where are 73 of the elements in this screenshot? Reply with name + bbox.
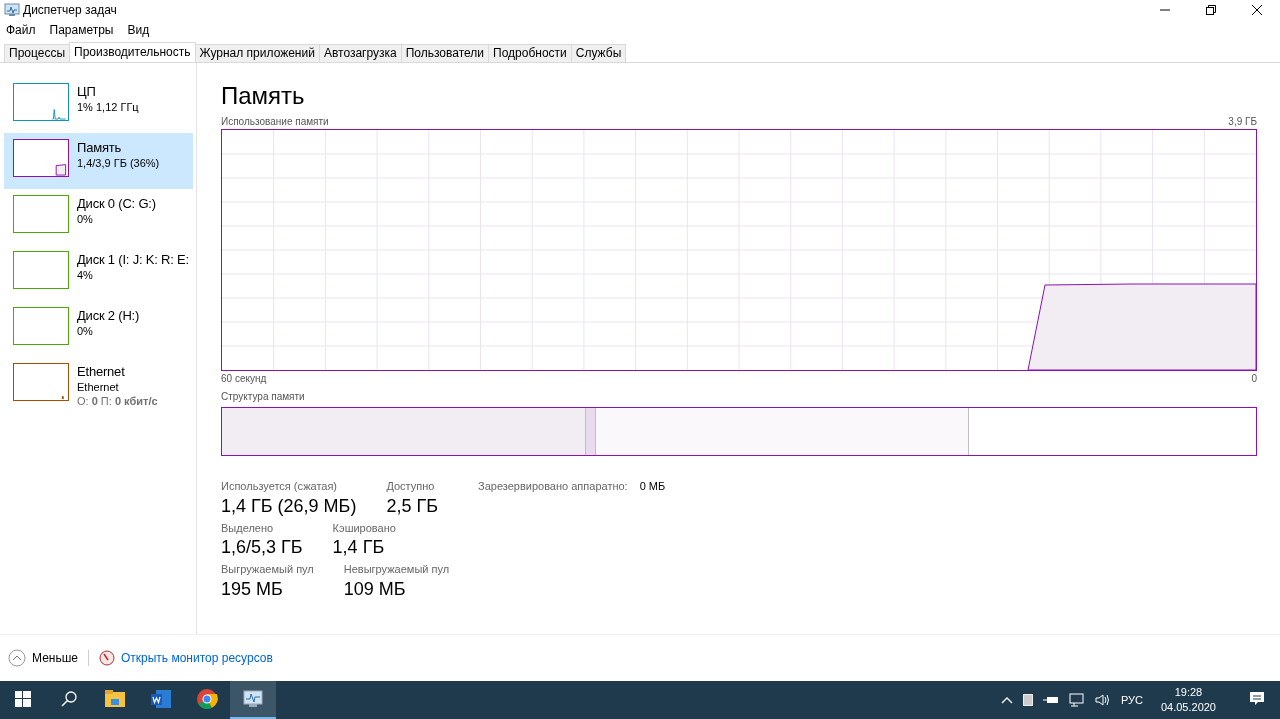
sidebar-item[interactable]: Диск 2 (H:) 0% bbox=[4, 301, 193, 357]
clock-date[interactable]: 04.05.2020 bbox=[1160, 700, 1216, 715]
tab[interactable]: Пользователи bbox=[400, 44, 490, 62]
tab[interactable]: Процессы bbox=[4, 44, 70, 62]
stat-value: 1,4 ГБ bbox=[332, 536, 386, 558]
item-title: Ethernet bbox=[77, 364, 126, 380]
graph-label: Использование памяти bbox=[221, 115, 329, 129]
collapse-icon[interactable] bbox=[8, 648, 26, 667]
tab[interactable]: Производительность bbox=[69, 42, 196, 62]
stat-label: Выделено bbox=[221, 520, 275, 536]
item-subtitle: 0% bbox=[77, 324, 94, 338]
tab[interactable]: Подробности bbox=[488, 44, 572, 62]
stat-value: 2,5 ГБ bbox=[386, 494, 438, 517]
browser-icon bbox=[196, 688, 218, 710]
document-icon bbox=[150, 688, 172, 710]
item-title: Диск 2 (H:) bbox=[77, 308, 140, 324]
network-icon[interactable] bbox=[1068, 693, 1085, 707]
monitor-icon bbox=[4, 3, 20, 17]
item-title: Диск 1 (I: J: K: R: E: bbox=[77, 252, 189, 268]
sidebar-item[interactable]: Диск 1 (I: J: K: R: E: 4% bbox=[4, 245, 193, 301]
graph-max-label: 3,9 ГБ bbox=[1228, 115, 1257, 129]
stat-label: Невыгружаемый пул bbox=[343, 562, 450, 577]
item-subtitle: 0% bbox=[77, 212, 94, 226]
close-icon[interactable] bbox=[1252, 5, 1262, 15]
item-subtitle: 4% bbox=[77, 268, 94, 282]
item-detail: О: 0 П: 0 кбит/с bbox=[77, 394, 158, 408]
item-title: Диск 0 (C: G:) bbox=[77, 196, 156, 212]
stat-label: Кэшировано bbox=[332, 520, 396, 536]
stat-label: Доступно bbox=[386, 479, 436, 494]
section-label: Структура памяти bbox=[221, 390, 306, 404]
monitor-icon bbox=[242, 688, 264, 710]
sidebar-item[interactable]: Ethernet Ethernet О: 0 П: 0 кбит/с bbox=[4, 357, 193, 413]
stat-value: 1,4 ГБ (26,9 МБ) bbox=[221, 494, 357, 517]
volume-icon[interactable] bbox=[1094, 694, 1111, 706]
stat-label: Используется (сжатая) bbox=[221, 479, 339, 494]
item-title: Память bbox=[77, 140, 123, 156]
tab[interactable]: Автозагрузка bbox=[318, 44, 402, 62]
less-button[interactable]: Меньше bbox=[32, 648, 78, 667]
clock-time[interactable]: 19:28 bbox=[1160, 685, 1216, 700]
item-subtitle: 1% 1,12 ГГц bbox=[77, 100, 139, 114]
window-title: Диспетчер задач bbox=[23, 2, 117, 19]
menu-item[interactable]: Параметры bbox=[49, 21, 114, 39]
item-subtitle: 1,4/3,9 ГБ (36%) bbox=[77, 156, 160, 170]
item-title: ЦП bbox=[77, 84, 97, 100]
stat-value: 195 МБ bbox=[221, 577, 284, 600]
folder-icon bbox=[104, 688, 126, 710]
page-heading: Память bbox=[221, 81, 306, 111]
notification-icon[interactable] bbox=[1249, 691, 1265, 707]
stat-label: Зарезервировано аппаратно: bbox=[478, 479, 628, 494]
axis-label: 0 bbox=[1251, 372, 1257, 386]
axis-label: 60 секунд bbox=[221, 372, 267, 386]
stat-value: 1,6/5,3 ГБ bbox=[221, 536, 303, 558]
sidebar-item[interactable]: Память 1,4/3,9 ГБ (36%) bbox=[4, 133, 193, 189]
gauge-icon bbox=[99, 649, 115, 666]
stat-value: 0 МБ bbox=[639, 479, 666, 494]
restore-icon[interactable] bbox=[1206, 5, 1216, 15]
stat-value: 109 МБ bbox=[343, 577, 407, 600]
search-icon[interactable] bbox=[61, 691, 77, 707]
keyboard-icon[interactable] bbox=[1022, 694, 1033, 706]
resource-monitor-link[interactable]: Открыть монитор ресурсов bbox=[121, 648, 273, 667]
menu-item[interactable]: Вид bbox=[127, 21, 150, 39]
taskbar-button[interactable] bbox=[230, 681, 276, 719]
tab[interactable]: Службы bbox=[570, 44, 627, 62]
windows-icon bbox=[15, 691, 31, 707]
language-indicator[interactable]: РУС bbox=[1120, 691, 1143, 709]
chevron-up-icon[interactable] bbox=[1000, 696, 1013, 704]
battery-icon[interactable] bbox=[1042, 695, 1059, 705]
item-subtitle: Ethernet bbox=[77, 380, 120, 394]
stat-label: Выгружаемый пул bbox=[221, 562, 314, 577]
sidebar-item[interactable]: ЦП 1% 1,12 ГГц bbox=[4, 77, 193, 133]
menu-item[interactable]: Файл bbox=[6, 21, 36, 39]
sidebar-item[interactable]: Диск 0 (C: G:) 0% bbox=[4, 189, 193, 245]
tab[interactable]: Журнал приложений bbox=[194, 44, 320, 62]
